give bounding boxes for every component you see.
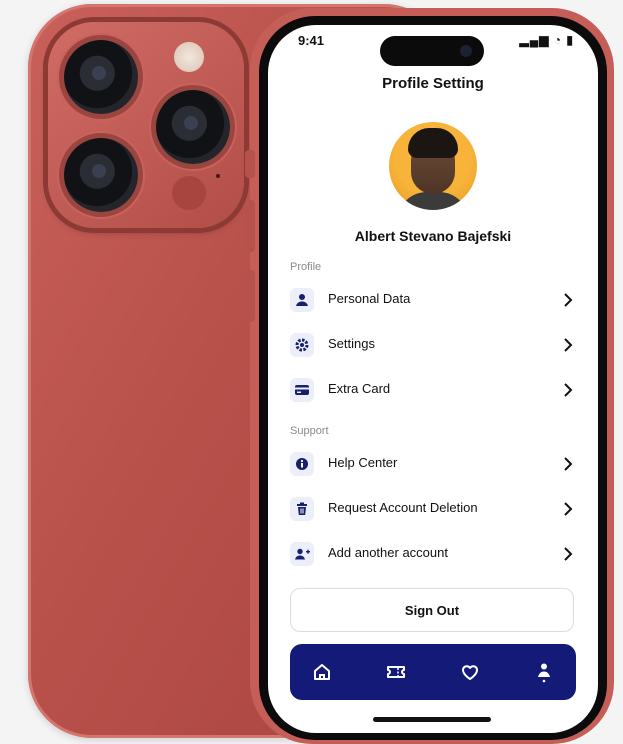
side-button [245, 150, 255, 178]
chevron-right-icon [564, 547, 573, 561]
menu-item-extra-card[interactable]: Extra Card [290, 370, 576, 410]
menu-item-label: Request Account Deletion [328, 500, 478, 515]
chevron-right-icon [564, 293, 573, 307]
chevron-right-icon [564, 457, 573, 471]
status-time: 9:41 [298, 33, 325, 48]
camera-module [48, 22, 244, 228]
chevron-right-icon [564, 338, 573, 352]
phone-screen: 9:41 ▂▄▆ ◔ ▮ Profile Setting Albert Stev… [268, 25, 598, 733]
avatar-hair [408, 128, 458, 158]
menu-item-label: Settings [328, 336, 375, 351]
card-icon [290, 378, 314, 402]
camera-lens [64, 138, 138, 212]
menu-item-settings[interactable]: Settings [290, 325, 576, 365]
flash [174, 42, 204, 72]
side-button [245, 200, 255, 252]
menu-item-label: Personal Data [328, 291, 411, 306]
page-title: Profile Setting [382, 75, 484, 92]
dynamic-island [380, 36, 484, 66]
camera-lens [64, 40, 138, 114]
menu-item-help-center[interactable]: Help Center [290, 444, 576, 484]
lidar-sensor [172, 176, 206, 210]
menu-item-add-another-account[interactable]: Add another account [290, 534, 576, 574]
menu-item-label: Help Center [328, 455, 398, 470]
microphone [216, 174, 220, 178]
avatar-shirt [397, 192, 469, 210]
menu-item-request-account-deletion[interactable]: Request Account Deletion [290, 489, 576, 529]
status-icons: ▂▄▆ ◔ ▮ [519, 33, 574, 47]
menu-item-personal-data[interactable]: Personal Data [290, 280, 576, 320]
trash-icon [290, 497, 314, 521]
info-icon [290, 452, 314, 476]
bottom-nav [290, 644, 576, 700]
ticket-icon[interactable] [384, 660, 408, 684]
section-label-support: Support [290, 425, 329, 437]
gear-icon [290, 333, 314, 357]
sign-out-button[interactable]: Sign Out [290, 588, 574, 632]
person-icon [290, 288, 314, 312]
section-label-profile: Profile [290, 261, 322, 273]
heart-icon[interactable] [458, 660, 482, 684]
add-user-icon [290, 542, 314, 566]
menu-item-label: Extra Card [328, 381, 391, 396]
profile-icon[interactable] [532, 660, 556, 684]
chevron-right-icon [564, 502, 573, 516]
chevron-right-icon [564, 383, 573, 397]
home-indicator[interactable] [373, 717, 491, 722]
camera-lens [156, 90, 230, 164]
home-icon[interactable] [310, 660, 334, 684]
menu-item-label: Add another account [328, 545, 448, 560]
avatar[interactable] [389, 122, 477, 210]
user-name: Albert Stevano Bajefski [354, 228, 512, 244]
side-button [245, 270, 255, 322]
